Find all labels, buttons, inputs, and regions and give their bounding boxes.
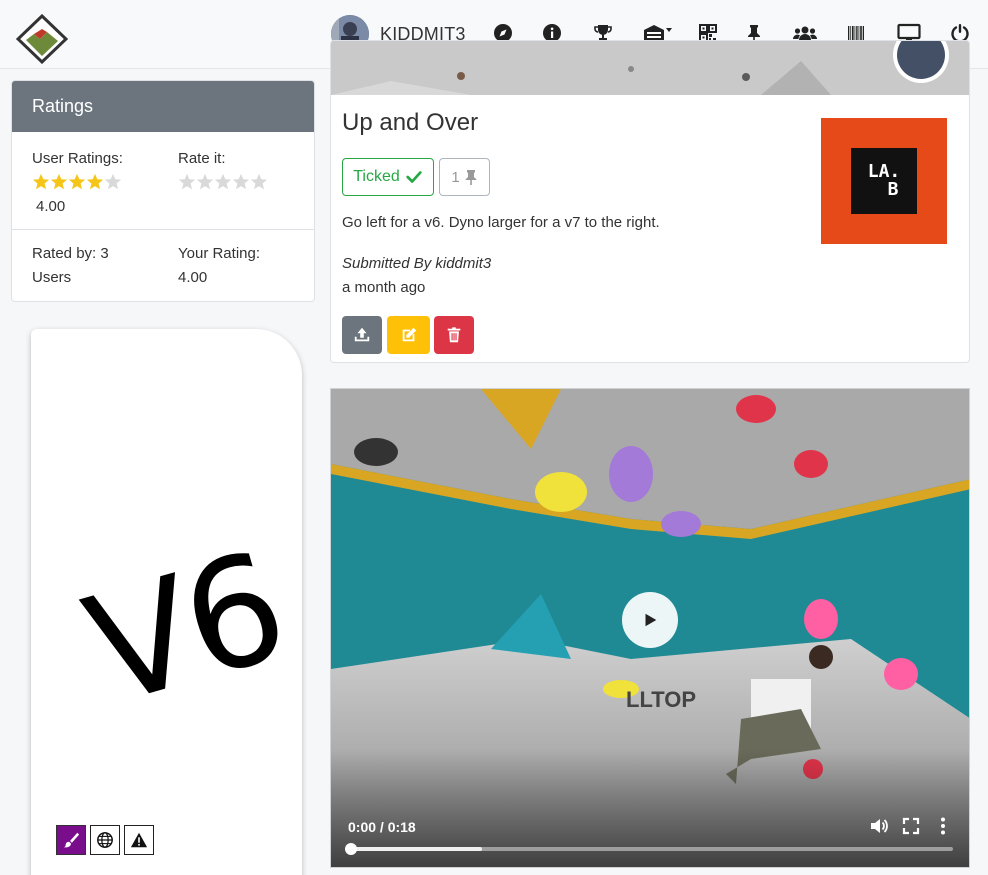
video-scrubber[interactable]	[345, 843, 357, 855]
video-time: 0:00 / 0:18	[348, 819, 416, 835]
edit-button[interactable]	[387, 316, 430, 354]
upload-icon	[354, 327, 370, 342]
ratings-row-summary: Rated by: 3 Users Your Rating: 4.00	[12, 230, 314, 301]
volume-icon[interactable]	[868, 815, 890, 837]
grade-card: V6	[31, 329, 302, 875]
star-icon[interactable]	[250, 173, 268, 191]
user-ratings-label: User Ratings:	[32, 150, 123, 167]
app-logo[interactable]	[15, 13, 69, 65]
ratings-row-user: User Ratings: 4.00 Rate it:	[12, 132, 314, 230]
star-icon[interactable]	[232, 173, 250, 191]
star-icon	[68, 173, 86, 191]
check-icon	[406, 171, 422, 183]
edit-icon	[402, 327, 416, 342]
video-progress-bar[interactable]	[345, 843, 953, 855]
delete-button[interactable]	[434, 316, 474, 354]
more-options-icon[interactable]	[932, 815, 954, 837]
pin-count-button[interactable]: 1	[439, 158, 490, 196]
rated-by-label: Rated by: 3	[32, 245, 109, 262]
route-card: Up and Over Ticked 1 Go left for a v6. D…	[330, 40, 970, 363]
your-rating-value: 4.00	[178, 269, 208, 286]
user-rating-value: 4.00	[36, 198, 66, 215]
gym-logo-line2: B	[887, 179, 899, 200]
route-title: Up and Over	[342, 109, 479, 136]
rated-by-suffix: Users	[32, 269, 72, 286]
rate-it-label: Rate it:	[178, 150, 226, 167]
star-icon[interactable]	[178, 173, 196, 191]
ratings-header: Ratings	[12, 81, 314, 132]
user-rating-stars	[32, 173, 122, 191]
paintbrush-icon[interactable]	[56, 825, 86, 855]
globe-icon[interactable]	[90, 825, 120, 855]
warning-icon[interactable]	[124, 825, 154, 855]
pin-count: 1	[451, 168, 460, 186]
ticked-label: Ticked	[353, 168, 400, 185]
grade-label: V6	[69, 520, 301, 740]
video-buffer	[349, 847, 482, 851]
submitted-by: Submitted By kiddmit3	[342, 255, 492, 272]
rate-it-stars[interactable]	[178, 173, 268, 191]
ratings-card: Ratings User Ratings: 4.00 Rate it: Rate…	[11, 80, 315, 302]
star-icon[interactable]	[196, 173, 214, 191]
play-icon	[645, 613, 657, 627]
fullscreen-icon[interactable]	[900, 815, 922, 837]
route-photo-strip	[331, 41, 969, 95]
ticked-button[interactable]: Ticked	[342, 158, 434, 196]
star-icon	[50, 173, 68, 191]
badge-row	[56, 825, 158, 855]
play-button[interactable]	[622, 592, 678, 648]
time-ago: a month ago	[342, 279, 426, 296]
share-button[interactable]	[342, 316, 382, 354]
gym-logo: LA. B	[821, 118, 947, 244]
star-icon	[32, 173, 50, 191]
pin-icon	[465, 170, 477, 185]
trash-icon	[447, 327, 461, 343]
route-video[interactable]: LLTOP 0:00 / 0:18	[330, 388, 970, 868]
star-icon[interactable]	[214, 173, 232, 191]
route-description: Go left for a v6. Dyno larger for a v7 t…	[342, 214, 660, 231]
your-rating-label: Your Rating:	[178, 245, 261, 262]
gym-logo-mark: LA. B	[851, 148, 917, 214]
star-icon	[104, 173, 122, 191]
star-icon	[86, 173, 104, 191]
